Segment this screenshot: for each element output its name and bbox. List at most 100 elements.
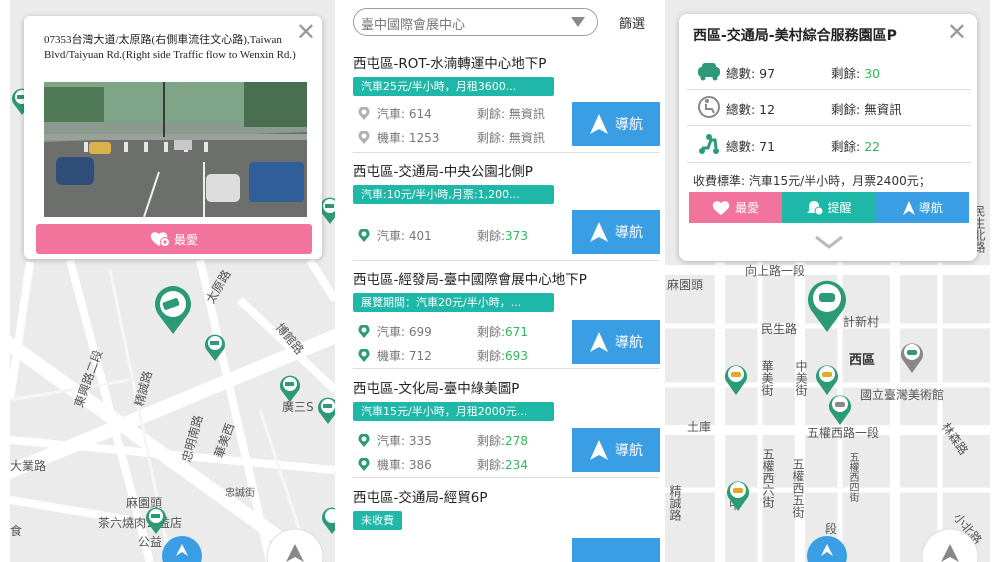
parking-name: 西屯區-經發局-臺中國際會展中心地下P [353,272,587,288]
navigate-button[interactable]: 導航 [572,102,660,146]
map-label: 五權西五街 [791,458,805,518]
map-label: 國立臺灣美術館 [860,388,945,402]
camera-pin[interactable] [316,395,335,425]
navigate-arrow-icon [902,200,915,215]
map-label: 五權西四街 [847,452,858,502]
map-label: 忠誠街 [225,488,255,499]
parking-pin[interactable] [723,362,749,396]
car-row: 汽車: 614 剩餘: 無資訊 [357,105,545,122]
compass-button[interactable] [260,522,330,562]
parking-name: 西屯區-文化局-臺中綠美圖P [353,381,520,397]
moto-pin-icon [358,130,370,144]
bell-add-icon [807,200,824,215]
map-label: 五權西六街 [761,448,775,508]
parking-pin[interactable] [899,340,925,374]
parking-detail-popup: 西區-交通局-美村綜合服務園區P ✕ 總數: 97 剩餘: 30 總數: 12 … [679,14,977,261]
favorite-button[interactable]: 最愛 [689,192,783,223]
map-label: 茶六燒肉公益店 [98,516,183,530]
navigate-button[interactable]: 導航 [875,192,969,223]
parking-list-item[interactable]: 西屯區-ROT-水湳轉運中心地下P 汽車25元/半小時，月租3600... 汽車… [353,52,661,152]
divider [353,260,659,261]
fee-tag: 汽車15元/半小時，月租2000元... [353,402,554,421]
map-label: 大業路 [10,459,47,473]
navigate-button[interactable]: 導航 [572,320,660,364]
disabled-parking-icon [698,96,720,118]
chevron-down-icon[interactable] [814,234,844,250]
truck-count-row: 總數: 12 剩餘: 無資訊 [679,88,971,126]
divider [353,152,659,153]
heart-add-icon [712,200,730,215]
parking-pin[interactable] [814,362,840,396]
map-label: 中美街 [794,360,808,396]
car-row: 汽車: 401 剩餘: 373 [357,227,528,244]
close-icon[interactable]: ✕ [947,20,967,44]
camera-pin[interactable] [203,332,227,362]
car-icon [698,63,720,81]
parking-pin-selected[interactable] [805,278,849,334]
parking-list-item[interactable]: 西屯區-交通局-經貿6P 未收費 [353,486,661,562]
fee-tag: 展覽期間：汽車20元/半小時，... [353,293,554,312]
location-button[interactable] [160,530,204,562]
navigate-arrow-icon [590,222,608,242]
divider [353,477,659,478]
car-pin-icon [358,433,370,447]
remind-button[interactable]: 提醒 [782,192,876,223]
navigate-button[interactable]: 導航 [572,428,660,472]
navigate-arrow-icon [590,332,608,352]
heart-add-icon [150,232,170,247]
fee-tag: 汽車:10元/半小時,月票:1,200... [353,185,554,204]
map-label: 向上路一段 [745,264,806,278]
camera-pin[interactable] [278,373,302,403]
parking-list-item[interactable]: 西屯區-文化局-臺中綠美圖P 汽車15元/半小時，月租2000元... 汽車: … [353,377,661,477]
navigate-arrow-icon [590,440,608,460]
moto-row: 機車: 386 剩餘: 234 [357,456,528,473]
fee-tag: 未收費 [353,511,402,530]
map-label: 麻園頭 [667,278,704,292]
map-label: 食 [10,524,23,538]
action-buttons: 最愛 提醒 導航 [689,192,969,223]
car-pin-icon [358,324,370,338]
map-label: 公益 [138,535,163,549]
camera-popup: ✕ 07353台灣大道/太原路(右側車流往文心路),Taiwan Blvd/Ta… [24,16,322,259]
car-row: 汽車: 335 剩餘: 278 [357,432,528,449]
scooter-icon [699,134,719,154]
camera-address: 07353台灣大道/太原路(右側車流往文心路),Taiwan Blvd/Taiy… [44,34,296,61]
car-pin-icon [358,106,370,120]
divider [353,368,659,369]
camera-snapshot [44,82,307,217]
compass-button[interactable] [915,522,985,562]
map-panel-camera: 太原路 博館路 東興路二段 精誠路 忠明南路 華美西 廣三S 大業路 忠誠街 麻… [10,0,335,562]
parking-pin[interactable] [827,392,853,426]
search-dropdown[interactable]: 臺中國際會展中心 [353,8,598,36]
moto-pin-icon [358,348,370,362]
map-label: 精誠路 [668,485,682,521]
car-pin-icon [358,228,370,242]
camera-pin-selected[interactable] [152,284,194,336]
car-count-row: 總數: 97 剩餘: 30 [679,52,971,90]
parking-pin[interactable] [725,478,751,512]
map-label: 土庫 [687,420,712,434]
parking-name: 西屯區-交通局-中央公園北側P [353,164,533,180]
map-label: 華美街 [760,360,774,396]
moto-row: 機車: 1253 剩餘: 無資訊 [357,129,545,146]
parking-list-item[interactable]: 西屯區-交通局-中央公園北側P 汽車:10元/半小時,月票:1,200... 汽… [353,160,661,260]
moto-pin-icon [358,457,370,471]
parking-name: 西屯區-ROT-水湳轉運中心地下P [353,56,547,72]
favorite-label: 最愛 [173,232,198,247]
parking-list-item[interactable]: 西屯區-經發局-臺中國際會展中心地下P 展覽期間：汽車20元/半小時，... 汽… [353,268,661,368]
navigate-button[interactable] [572,538,660,562]
parking-list-panel: 臺中國際會展中心 篩選 西屯區-ROT-水湳轉運中心地下P 汽車25元/半小時，… [345,0,665,562]
location-button[interactable] [805,530,849,562]
favorite-button[interactable]: 最愛 [36,224,312,254]
fee-tag: 汽車25元/半小時，月租3600... [353,77,554,96]
moto-count-row: 總數: 71 剩餘: 22 [679,125,971,163]
filter-button[interactable]: 篩選 [619,13,645,32]
search-text: 臺中國際會展中心 [361,18,466,33]
navigate-button[interactable]: 導航 [572,210,660,254]
moto-row: 機車: 712 剩餘: 693 [357,347,528,364]
map-label-district: 西區 [849,353,876,368]
car-row: 汽車: 699 剩餘: 671 [357,323,528,340]
map-panel-parking: 麻園頭 向上路一段 計新村 民生路 西區 華美街 中美街 國立臺灣美術館 土庫 … [665,0,990,562]
fee-standard: 收費標準: 汽車15元/半小時，月票2400元； [693,174,931,188]
navigate-arrow-icon [590,114,608,134]
